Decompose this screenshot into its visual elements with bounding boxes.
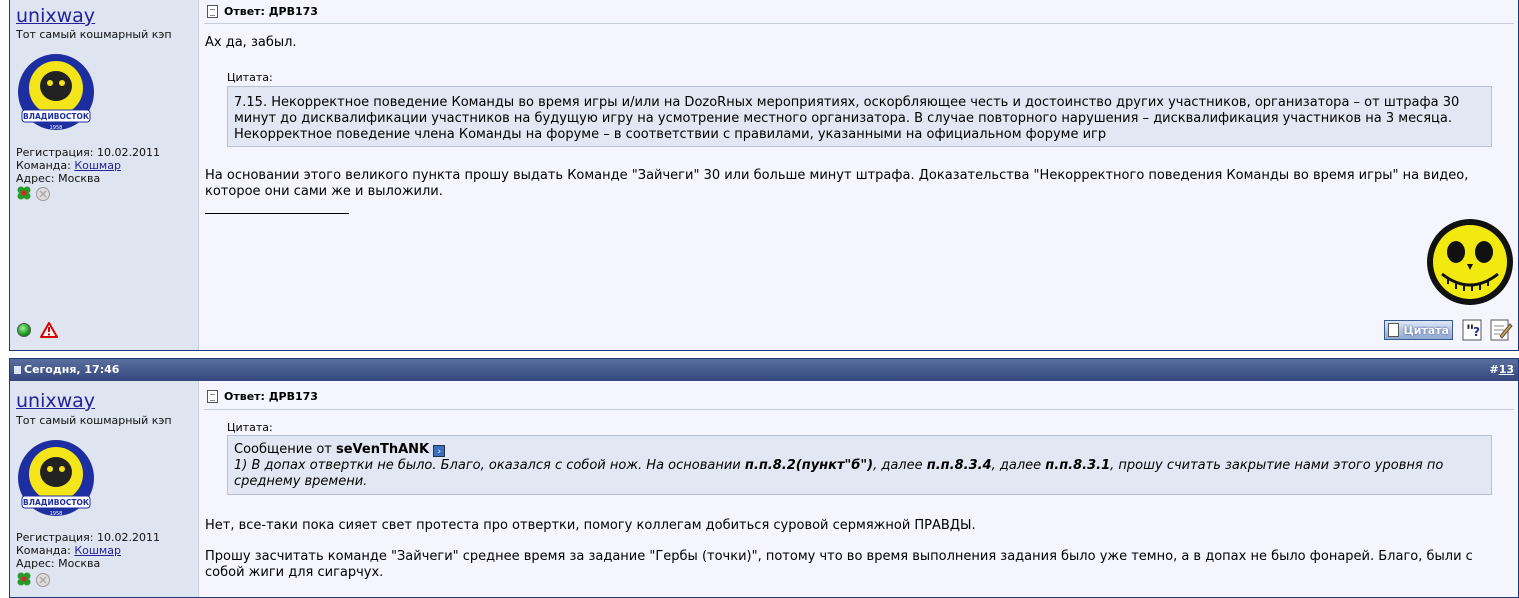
- post-doc-icon: [207, 390, 218, 403]
- report-post-icon[interactable]: [40, 322, 58, 338]
- author-meta: Регистрация: 10.02.2011 Команда: Кошмар …: [16, 146, 160, 185]
- post-text-2: На основании этого великого пункта прошу…: [205, 168, 1469, 199]
- author-username-link[interactable]: unixway: [16, 390, 95, 412]
- author-award-icons: [16, 571, 52, 587]
- quote-part-0: 1) В допах отвертки не было. Благо, оказ…: [234, 458, 745, 473]
- avatar-year: 1958: [50, 511, 63, 517]
- author-usertitle: Тот самый кошмарный кэп: [16, 414, 172, 427]
- post-title: Ответ: ДРВ173: [207, 390, 318, 403]
- grey-badge-icon: [36, 187, 50, 201]
- post-date-icon: [14, 366, 21, 374]
- quote-from-prefix: Сообщение от: [234, 442, 332, 457]
- reg-row: Регистрация: 10.02.2011: [16, 146, 160, 159]
- team-label: Команда:: [16, 159, 71, 172]
- addr-label: Адрес:: [16, 557, 55, 570]
- post-doc-icon: [207, 5, 218, 18]
- reg-label: Регистрация:: [16, 531, 94, 544]
- team-row: Команда: Кошмар: [16, 544, 160, 557]
- post-date: Сегодня, 17:46: [24, 363, 120, 376]
- clover-icon: [17, 186, 31, 200]
- quote-button-label: Цитата: [1403, 323, 1449, 337]
- addr-value: Москва: [58, 172, 101, 185]
- reg-row: Регистрация: 10.02.2011: [16, 531, 160, 544]
- post-2-author-panel: unixway Тот самый кошмарный кэп ВЛАДИВОС…: [10, 381, 199, 597]
- avatar-text: ВЛАДИВОСТОК: [23, 112, 90, 121]
- title-separator: [204, 409, 1514, 410]
- post-title-text: Ответ: ДРВ173: [224, 5, 318, 18]
- title-separator: [204, 23, 1514, 24]
- quote-text: 7.15. Некорректное поведение Команды во …: [234, 95, 1460, 142]
- team-link[interactable]: Кошмар: [74, 159, 121, 172]
- signature-skull-image: [1427, 219, 1513, 305]
- post-1: unixway Тот самый кошмарный кэп ВЛАДИВОС…: [9, 0, 1519, 351]
- avatar-year: 1958: [50, 125, 63, 131]
- team-row: Команда: Кошмар: [16, 159, 160, 172]
- reg-label: Регистрация:: [16, 146, 94, 159]
- post-number-link[interactable]: 13: [1499, 363, 1514, 376]
- quote-text: 1) В допах отвертки не было. Благо, оказ…: [234, 458, 1485, 490]
- svg-text:?: ?: [1473, 325, 1480, 339]
- quote-box: 7.15. Некорректное поведение Команды во …: [227, 86, 1492, 147]
- quote-doc-icon: [1388, 323, 1399, 337]
- quote-part-2: , далее: [873, 458, 927, 473]
- quote-box: Сообщение от seVenThANK › 1) В допах отв…: [227, 435, 1492, 495]
- team-link[interactable]: Кошмар: [74, 544, 121, 557]
- post-1-body: Ответ: ДРВ173 Ах да, забыл. Цитата: 7.15…: [200, 0, 1518, 350]
- quote-part-3: п.п.8.3.4: [926, 458, 992, 473]
- post-number-prefix: #: [1489, 363, 1499, 376]
- post-2: Сегодня, 17:46 #13 unixway Тот самый кош…: [9, 358, 1519, 598]
- multiquote-icon[interactable]: " ?: [1461, 318, 1485, 342]
- post-1-author-panel: unixway Тот самый кошмарный кэп ВЛАДИВОС…: [10, 0, 199, 350]
- view-post-arrow-icon[interactable]: ›: [433, 445, 446, 457]
- post-2-body: Ответ: ДРВ173 Цитата: Сообщение от seVen…: [200, 381, 1518, 597]
- team-label: Команда:: [16, 544, 71, 557]
- addr-row: Адрес: Москва: [16, 557, 160, 570]
- quote-part-4: , далее: [991, 458, 1046, 473]
- quote-label: Цитата:: [227, 421, 273, 434]
- author-avatar[interactable]: ВЛАДИВОСТОК 1958: [16, 438, 96, 518]
- addr-label: Адрес:: [16, 172, 55, 185]
- author-username-link[interactable]: unixway: [16, 5, 95, 27]
- post-number: #13: [1489, 359, 1514, 381]
- avatar-text: ВЛАДИВОСТОК: [23, 498, 90, 507]
- quote-button[interactable]: Цитата: [1384, 320, 1453, 340]
- quote-author: seVenThANK: [336, 442, 430, 457]
- addr-row: Адрес: Москва: [16, 172, 160, 185]
- quote-label: Цитата:: [227, 71, 273, 84]
- quote-header: Сообщение от seVenThANK ›: [234, 442, 1485, 458]
- post-text-1: Ах да, забыл.: [205, 35, 297, 50]
- author-usertitle: Тот самый кошмарный кэп: [16, 28, 172, 41]
- post-2-header-bar: Сегодня, 17:46 #13: [10, 359, 1518, 381]
- clover-icon: [17, 572, 31, 586]
- reg-date: 10.02.2011: [96, 146, 160, 159]
- addr-value: Москва: [58, 557, 101, 570]
- signature-line: [205, 213, 349, 214]
- user-online-icon: [17, 323, 31, 337]
- post-text-2: Прошу засчитать команде "Зайчеги" средне…: [205, 549, 1473, 580]
- reg-date: 10.02.2011: [96, 531, 160, 544]
- edit-post-icon[interactable]: [1489, 318, 1513, 342]
- grey-badge-icon: [36, 573, 50, 587]
- post-title-text: Ответ: ДРВ173: [224, 390, 318, 403]
- post-text-1: Нет, все-таки пока сияет свет протеста п…: [205, 518, 976, 533]
- author-award-icons: [16, 185, 52, 201]
- author-meta: Регистрация: 10.02.2011 Команда: Кошмар …: [16, 531, 160, 570]
- quote-part-5: п.п.8.3.1: [1045, 458, 1111, 473]
- quote-part-1: п.п.8.2(пункт"б"): [744, 458, 874, 473]
- author-avatar[interactable]: ВЛАДИВОСТОК 1958: [16, 52, 96, 132]
- post-title: Ответ: ДРВ173: [207, 5, 318, 18]
